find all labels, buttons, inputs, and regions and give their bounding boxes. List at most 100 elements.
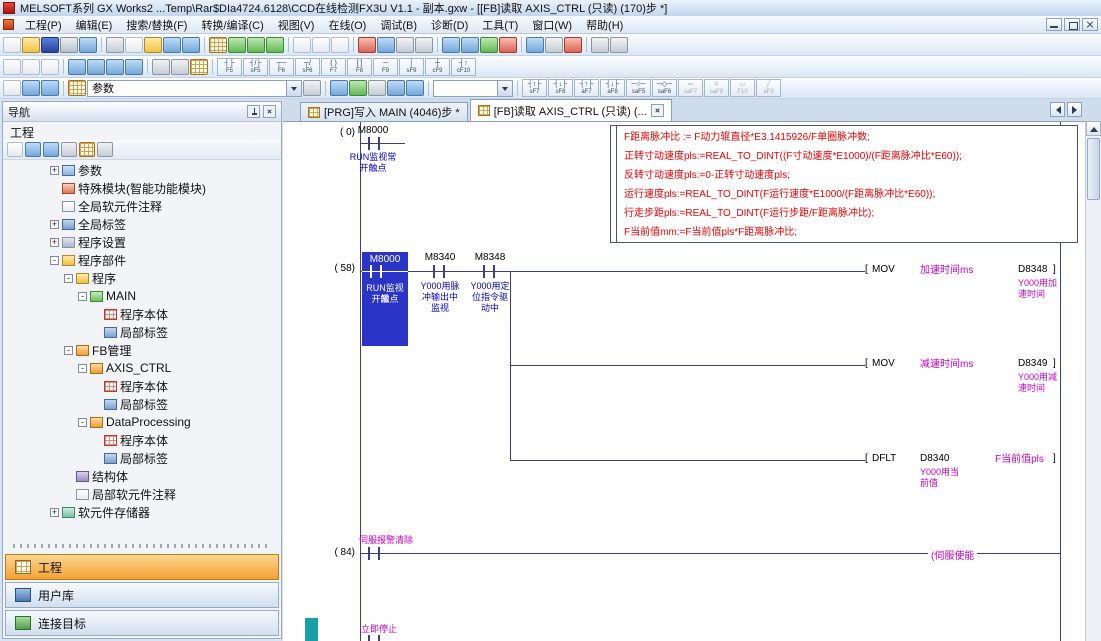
- expander-icon[interactable]: +: [50, 508, 59, 517]
- ladder-rising-pulse-button[interactable]: ┤↑├sF7: [522, 79, 547, 97]
- note-icon[interactable]: [331, 37, 349, 53]
- sampling-trace-icon[interactable]: [545, 37, 563, 53]
- ladder-wire-mode-button[interactable]: ▭F10: [730, 79, 755, 97]
- tree-item-axis-ctrl-program-body[interactable]: 程序本体: [4, 377, 280, 395]
- tree-item-dataprocessing[interactable]: -DataProcessing: [4, 413, 280, 431]
- device-batch-monitor-icon[interactable]: [526, 37, 544, 53]
- statement-box[interactable]: F距离脉冲比 := F动力辊直径*E3.1415926/F单圈脉冲数; 正转寸动…: [610, 125, 1078, 243]
- ladder-falling-pulse-button[interactable]: ┤↓├sF8: [548, 79, 573, 97]
- menu-tools[interactable]: 工具(T): [475, 15, 525, 35]
- mdi-minimize-button[interactable]: [1046, 18, 1062, 31]
- compile-icon[interactable]: [247, 37, 265, 53]
- filter-icon[interactable]: [61, 142, 77, 157]
- panel-splitter[interactable]: [13, 544, 271, 548]
- redo-icon[interactable]: [182, 37, 200, 53]
- monitor-mode-icon[interactable]: [442, 37, 460, 53]
- menu-edit[interactable]: 编辑(E): [69, 15, 120, 35]
- nav-user-library-button[interactable]: 用户库: [5, 582, 279, 608]
- remote-operation-icon[interactable]: [415, 37, 433, 53]
- secondary-combobox[interactable]: [433, 80, 513, 97]
- tree-item-dataprocessing-program-body[interactable]: 程序本体: [4, 431, 280, 449]
- scrollbar-thumb[interactable]: [1087, 138, 1100, 200]
- expander-icon[interactable]: -: [50, 256, 59, 265]
- ladder-hline-button[interactable]: ─F9: [373, 58, 398, 76]
- nav-connection-destination-button[interactable]: 连接目标: [5, 610, 279, 636]
- window-tile-icon[interactable]: [22, 59, 40, 75]
- expander-icon[interactable]: +: [50, 220, 59, 229]
- tree-item-axis-ctrl[interactable]: -AXIS_CTRL: [4, 359, 280, 377]
- stop-monitor-icon[interactable]: [499, 37, 517, 53]
- tree-item-dataprocessing-local-label[interactable]: 局部标签: [4, 449, 280, 467]
- ladder-edit-mode-icon[interactable]: [190, 59, 208, 75]
- tree-item-axis-ctrl-local-label[interactable]: 局部标签: [4, 395, 280, 413]
- menu-view[interactable]: 视图(V): [271, 15, 322, 35]
- window-cascade-icon[interactable]: [3, 59, 21, 75]
- ladder-vline-button[interactable]: │sF9: [399, 58, 424, 76]
- tab-main-program[interactable]: [PRG]写入 MAIN (4046)步 *: [300, 102, 468, 121]
- expander-icon[interactable]: -: [78, 364, 87, 373]
- expander-icon[interactable]: +: [50, 238, 59, 247]
- find-icon[interactable]: [303, 80, 321, 96]
- contact-m8000-selected[interactable]: M8000 RUN监视常 开触点: [362, 252, 408, 346]
- tree-item-device-memory[interactable]: +软元件存储器: [4, 503, 280, 521]
- menu-find-replace[interactable]: 搜索/替换(F): [119, 15, 194, 35]
- ladder-canvas[interactable]: ( 0) M8000 RUN监视常 开触点 F距离脉冲比 := F动力辊直径*E…: [283, 121, 1085, 641]
- chevron-down-icon[interactable]: [286, 81, 301, 96]
- convert-icon[interactable]: [228, 37, 246, 53]
- tree-item-program[interactable]: -程序: [4, 269, 280, 287]
- start-monitor-icon[interactable]: [480, 37, 498, 53]
- ladder-invert-operation-button[interactable]: ─○─saF5: [626, 79, 651, 97]
- ladder-pulse-conversion-button[interactable]: ─◇─saF6: [652, 79, 677, 97]
- ladder-instruction-button[interactable]: [ ]F8: [347, 58, 372, 76]
- ladder-closed-contact-button[interactable]: ┤/├sF5: [243, 58, 268, 76]
- zoom-in-icon[interactable]: [591, 37, 609, 53]
- open-project-icon[interactable]: [22, 37, 40, 53]
- tab-scroll-left-icon[interactable]: [1050, 102, 1065, 117]
- statement-icon[interactable]: [312, 37, 330, 53]
- expander-icon[interactable]: -: [78, 292, 87, 301]
- tree-item-global-device-comment[interactable]: 全局软元件注释: [4, 197, 280, 215]
- intelligent-function-module-icon[interactable]: [330, 80, 348, 96]
- network-parameter-icon[interactable]: [387, 80, 405, 96]
- tree-item-main[interactable]: -MAIN: [4, 287, 280, 305]
- zoom-out-icon[interactable]: [610, 37, 628, 53]
- tree-item-pou[interactable]: -程序部件: [4, 251, 280, 269]
- device-comment-icon[interactable]: [293, 37, 311, 53]
- read-mode-icon[interactable]: [152, 59, 170, 75]
- help-icon[interactable]: [79, 37, 97, 53]
- read-from-plc-icon[interactable]: [358, 37, 376, 53]
- statement-display-icon[interactable]: [87, 59, 105, 75]
- cross-reference-icon[interactable]: [22, 80, 40, 96]
- data-security-icon[interactable]: [79, 142, 95, 157]
- menu-convert-compile[interactable]: 转换/编译(C): [194, 15, 270, 35]
- ladder-delete-wire-button[interactable]: ╱aF9: [756, 79, 781, 97]
- tab-close-icon[interactable]: [651, 104, 664, 117]
- save-project-icon[interactable]: [41, 37, 59, 53]
- expander-icon[interactable]: +: [50, 166, 59, 175]
- module-monitor-icon[interactable]: [349, 80, 367, 96]
- verify-with-plc-icon[interactable]: [396, 37, 414, 53]
- ladder-coil-button[interactable]: ( )F7: [321, 58, 346, 76]
- paste-icon[interactable]: [144, 37, 162, 53]
- child-window-icon[interactable]: [3, 19, 14, 30]
- close-icon[interactable]: [263, 105, 276, 118]
- sort-icon[interactable]: [7, 142, 23, 157]
- collapse-all-icon[interactable]: [43, 142, 59, 157]
- pin-icon[interactable]: [247, 105, 260, 118]
- expander-icon[interactable]: -: [64, 274, 73, 283]
- ladder-saf8-button[interactable]: ≠saF8: [704, 79, 729, 97]
- monitor-write-mode-icon[interactable]: [461, 37, 479, 53]
- new-project-icon[interactable]: [3, 37, 21, 53]
- ladder-open-contact-button[interactable]: ┤├F5: [217, 58, 242, 76]
- tree-item-parameters[interactable]: +参数: [4, 161, 280, 179]
- tab-axis-ctrl[interactable]: [FB]读取 AXIS_CTRL (只读) (...: [470, 99, 672, 121]
- note-display-icon[interactable]: [106, 59, 124, 75]
- undo-icon[interactable]: [163, 37, 181, 53]
- ladder-symbol-icon[interactable]: [209, 37, 227, 53]
- menu-help[interactable]: 帮助(H): [579, 15, 630, 35]
- ladder-saf7-button[interactable]: ═saF7: [678, 79, 703, 97]
- tree-item-special-module[interactable]: 特殊模块(智能功能模块): [4, 179, 280, 197]
- tree-item-program-setting[interactable]: +程序设置: [4, 233, 280, 251]
- ladder-rising-pulse-branch-button[interactable]: ┤↑├aF7: [574, 79, 599, 97]
- vertical-scrollbar[interactable]: [1085, 121, 1101, 641]
